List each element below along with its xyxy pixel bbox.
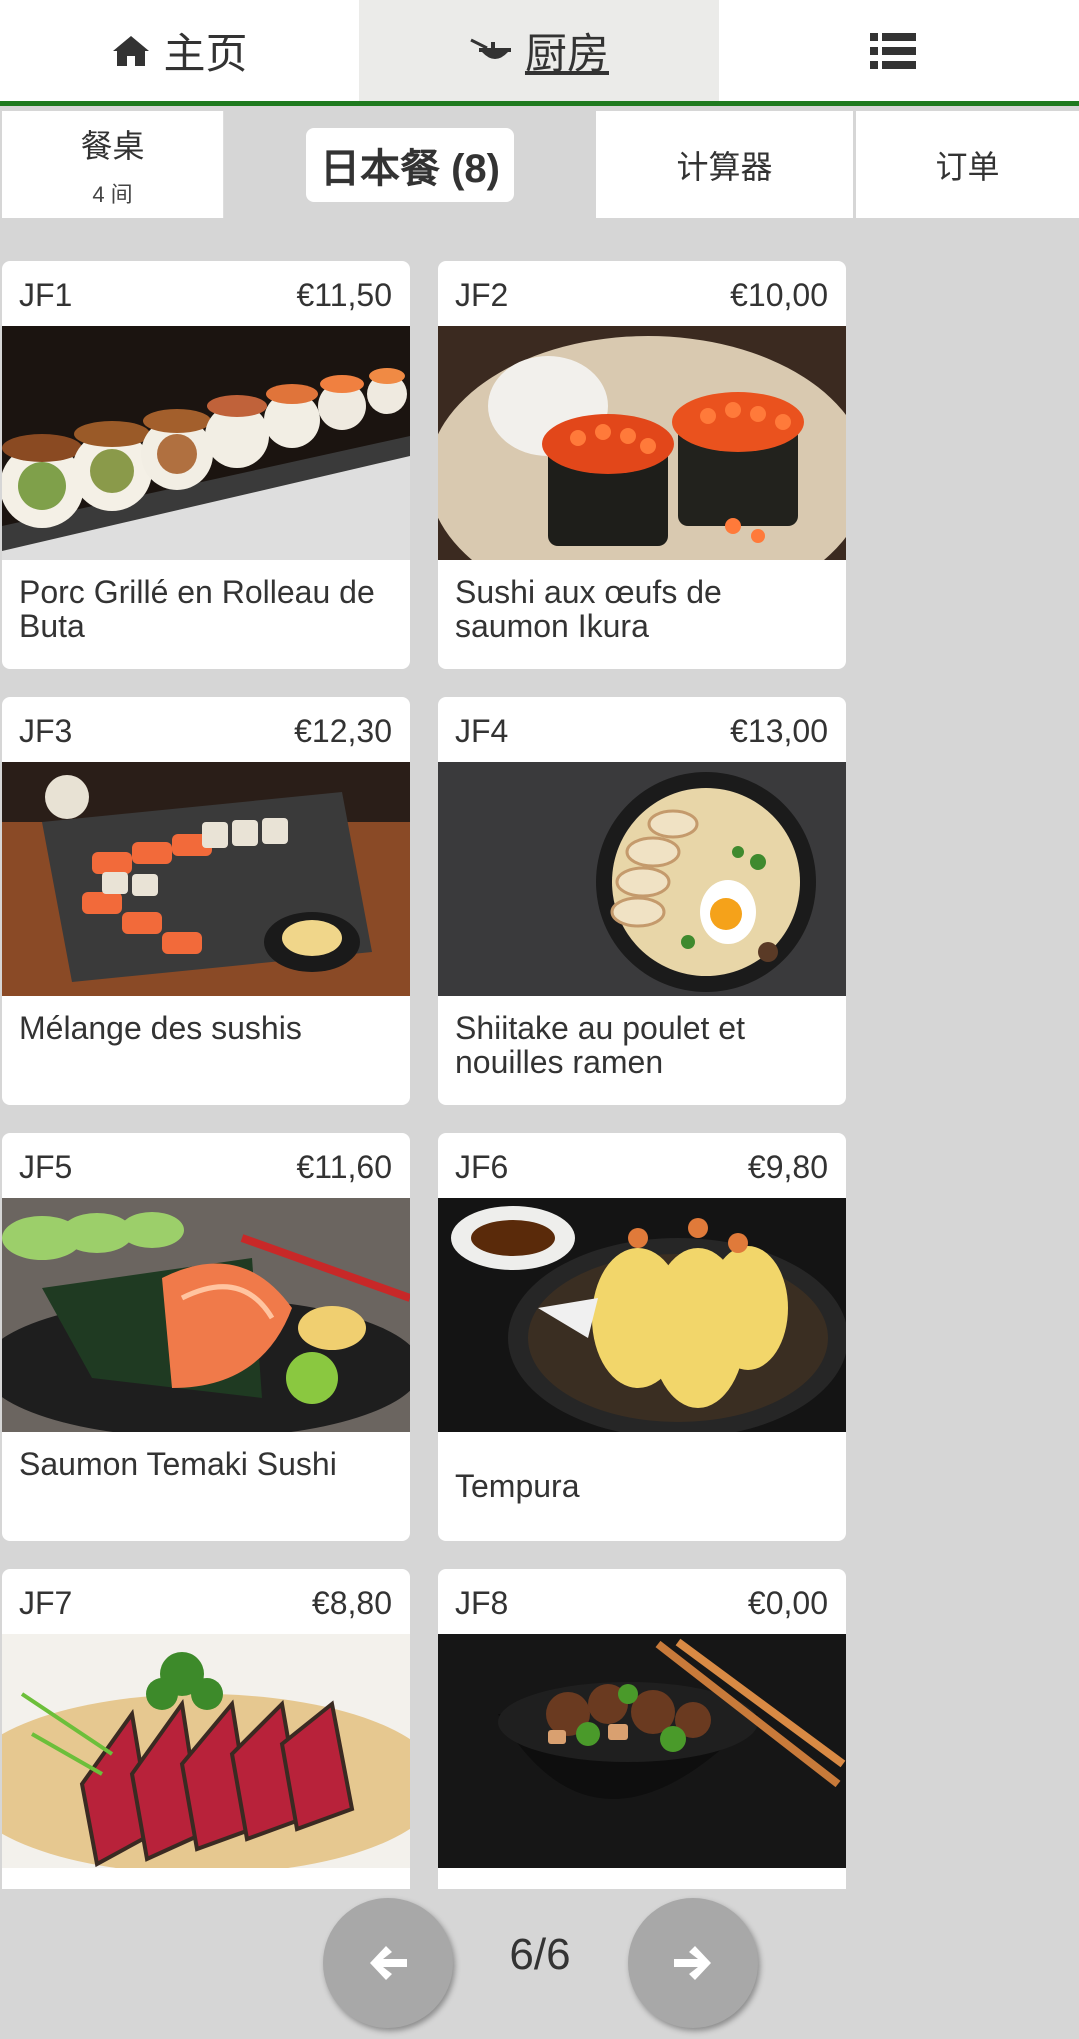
product-price: €8,80	[311, 1585, 392, 1621]
product-card[interactable]: JF5 €11,60 Saumon Temaki Sushi	[2, 1133, 410, 1541]
product-name: Sushi aux œufs de saumon Ikura	[455, 574, 722, 644]
tuna-tataki-photo	[2, 1634, 410, 1868]
product-card[interactable]: JF4 €13,00 Shiitake au poulet et nouille…	[438, 697, 846, 1105]
tab-calculator-label: 计算器	[676, 148, 773, 185]
product-code: JF6	[455, 1149, 509, 1185]
tempura-photo	[438, 1198, 846, 1432]
product-price: €11,50	[296, 277, 393, 313]
beef-bowl-photo	[438, 1634, 846, 1868]
arrow-right-icon	[674, 1946, 711, 1980]
product-code: JF5	[19, 1149, 73, 1185]
product-name: Saumon Temaki Sushi	[19, 1446, 337, 1482]
product-price: €13,00	[730, 713, 828, 749]
ramen-photo	[438, 762, 846, 996]
ikura-sushi-photo	[438, 326, 846, 560]
product-card[interactable]: JF3 €12,30 Mélange des sushis	[2, 697, 410, 1105]
product-code: JF7	[19, 1585, 73, 1621]
product-code: JF2	[455, 277, 509, 313]
product-price: €12,30	[294, 713, 392, 749]
product-code: JF8	[455, 1585, 509, 1621]
tab-calculator[interactable]: 计算器	[596, 111, 853, 218]
next-page-button[interactable]	[628, 1898, 758, 2028]
tab-home-label: 主页	[163, 30, 248, 77]
category-tabs: 餐桌 4 间 日本餐 (8) 计算器 订单	[0, 111, 1079, 218]
tab-japanese-food[interactable]: 日本餐 (8)	[226, 111, 594, 218]
temaki-photo	[2, 1198, 410, 1432]
page-indicator: 6/6	[509, 1930, 571, 1979]
product-price: €10,00	[730, 277, 828, 313]
tab-tables[interactable]: 餐桌 4 间	[2, 111, 224, 218]
kitchen-icon	[470, 38, 511, 59]
previous-page-button[interactable]	[323, 1898, 453, 2028]
product-name: Tempura	[455, 1468, 580, 1504]
product-name: Mélange des sushis	[19, 1010, 302, 1046]
tab-kitchen[interactable]: 厨房	[359, 0, 719, 101]
tab-orders[interactable]: 订单	[856, 111, 1079, 218]
tab-japanese-food-label: 日本餐 (8)	[306, 127, 514, 202]
tab-kitchen-label: 厨房	[524, 30, 609, 77]
product-price: €11,60	[296, 1149, 393, 1185]
list-icon	[870, 32, 916, 69]
product-code: JF1	[19, 277, 73, 313]
tab-tables-count: 4 间	[92, 181, 133, 207]
product-card[interactable]: JF1 €11,50 Porc Grillé en Rolleau de But…	[2, 261, 410, 669]
product-card[interactable]: JF2 €10,00 Sushi aux œufs de saumon Ikur…	[438, 261, 846, 669]
sushi-roll-photo	[2, 326, 410, 560]
product-code: JF4	[455, 713, 509, 749]
product-price: €0,00	[747, 1585, 828, 1621]
product-name: Porc Grillé en Rolleau de Buta	[19, 574, 375, 644]
product-card[interactable]: JF8 €0,00	[438, 1569, 846, 1889]
product-name: Shiitake au poulet et nouilles ramen	[455, 1010, 745, 1080]
product-price: €9,80	[747, 1149, 828, 1185]
tab-list[interactable]	[719, 0, 1079, 101]
product-card[interactable]: JF6 €9,80 Tempura	[438, 1133, 846, 1541]
top-navigation: 主页 厨房	[0, 0, 1079, 106]
arrow-left-icon	[370, 1946, 407, 1980]
tab-orders-label: 订单	[935, 148, 1000, 185]
home-icon	[113, 35, 150, 66]
product-card[interactable]: JF7 €8,80	[2, 1569, 410, 1889]
product-code: JF3	[19, 713, 73, 749]
sushi-platter-photo	[2, 762, 410, 996]
tab-home[interactable]: 主页	[0, 0, 359, 101]
tab-tables-label: 餐桌	[80, 127, 145, 164]
